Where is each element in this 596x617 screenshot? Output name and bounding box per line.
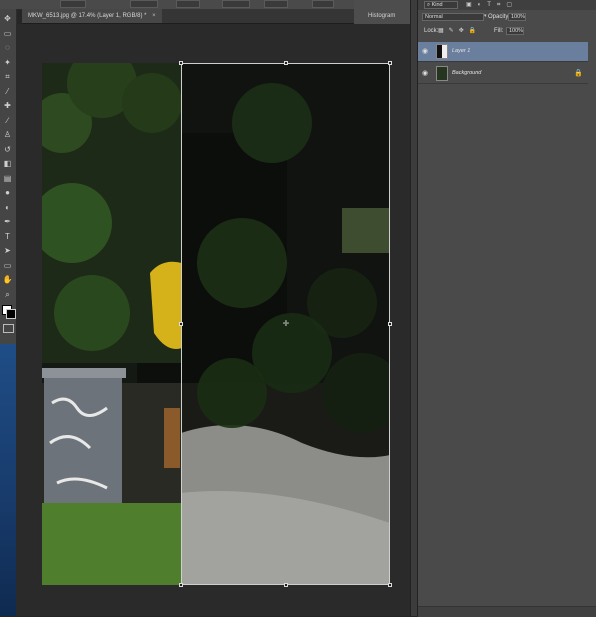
blend-row: Normal ▾ Opacity: 100% xyxy=(418,13,596,23)
opacity-label: Opacity: xyxy=(488,14,511,20)
transform-handle[interactable] xyxy=(284,583,288,587)
lock-row: Lock: ▦✎✥🔒 Fill: 100% xyxy=(418,27,596,37)
transform-handle[interactable] xyxy=(179,61,183,65)
dodge-icon[interactable]: ◐ xyxy=(2,202,13,213)
lasso-icon[interactable]: ◌ xyxy=(2,42,13,53)
tab-histogram[interactable]: Histogram xyxy=(368,13,395,19)
layer-row[interactable]: ◉ Background 🔒 xyxy=(418,64,588,84)
transform-handle[interactable] xyxy=(284,61,288,65)
quick-mask-icon[interactable] xyxy=(3,324,14,333)
blend-mode-select[interactable]: Normal xyxy=(422,13,484,21)
layer-thumbnail[interactable] xyxy=(436,66,448,81)
shape-icon[interactable]: ▭ xyxy=(2,260,13,271)
lock-label: Lock: xyxy=(424,28,439,34)
transform-handle[interactable] xyxy=(388,583,392,587)
fill-field[interactable]: 100% xyxy=(506,27,524,35)
document-tab-title: MKW_6513.jpg @ 17.4% (Layer 1, RGB/8) * xyxy=(28,13,147,19)
visibility-eye-icon[interactable]: ◉ xyxy=(422,48,430,55)
option-field[interactable] xyxy=(60,0,86,8)
option-field[interactable] xyxy=(130,0,158,8)
healing-icon[interactable]: ✚ xyxy=(2,100,13,111)
document-tab-bar: MKW_6513.jpg @ 17.4% (Layer 1, RGB/8) * … xyxy=(22,9,410,24)
move-icon[interactable]: ✥ xyxy=(2,13,13,24)
transform-handle[interactable] xyxy=(388,322,392,326)
transform-handle[interactable] xyxy=(179,322,183,326)
option-field[interactable] xyxy=(312,0,334,8)
opacity-field[interactable]: 100% xyxy=(508,13,526,21)
blur-icon[interactable]: ● xyxy=(2,187,13,198)
filter-kind-select[interactable]: ⌕ Kind xyxy=(424,1,458,9)
transform-center-icon[interactable]: ✛ xyxy=(282,320,290,328)
clone-stamp-icon[interactable]: ♙ xyxy=(2,129,13,140)
layer-row[interactable]: ◉ Layer 1 xyxy=(418,42,588,62)
transform-handle[interactable] xyxy=(388,61,392,65)
tools-panel: ✥ ▭ ◌ ✦ ⌗ ⁄ ✚ ∕ ♙ ↺ ◧ ▤ ● ◐ ✒ T ➤ ▭ ✋ ⌕ xyxy=(0,9,17,344)
hand-icon[interactable]: ✋ xyxy=(2,274,13,285)
document-tab[interactable]: MKW_6513.jpg @ 17.4% (Layer 1, RGB/8) * … xyxy=(22,9,162,23)
option-field[interactable] xyxy=(176,0,200,8)
close-icon[interactable]: × xyxy=(152,13,156,19)
chevron-down-icon: ▾ xyxy=(484,13,487,19)
desktop-background xyxy=(0,344,16,616)
filter-icons[interactable]: ▣◐T⌗▢ xyxy=(466,1,518,9)
visibility-eye-icon[interactable]: ◉ xyxy=(422,70,430,77)
lock-icons[interactable]: ▦✎✥🔒 xyxy=(438,27,481,34)
filter-kind-label: Kind xyxy=(431,2,443,8)
layer-thumbnail[interactable] xyxy=(436,44,448,59)
layers-panel-footer xyxy=(418,606,596,617)
gradient-icon[interactable]: ▤ xyxy=(2,173,13,184)
layer-name[interactable]: Layer 1 xyxy=(452,48,470,54)
eraser-icon[interactable]: ◧ xyxy=(2,158,13,169)
option-field[interactable] xyxy=(222,0,250,8)
option-field[interactable] xyxy=(264,0,288,8)
lock-icon: 🔒 xyxy=(574,70,583,77)
crop-icon[interactable]: ⌗ xyxy=(2,71,13,82)
layers-list: ◉ Layer 1 ◉ Background 🔒 xyxy=(418,42,588,86)
eyedropper-icon[interactable]: ⁄ xyxy=(2,86,13,97)
pen-icon[interactable]: ✒ xyxy=(2,216,13,227)
layer-name[interactable]: Background xyxy=(452,70,481,76)
transform-handle[interactable] xyxy=(179,583,183,587)
brush-icon[interactable]: ∕ xyxy=(2,115,13,126)
layers-filter-row: ⌕ Kind ▣◐T⌗▢ xyxy=(418,0,596,10)
layers-panel: ⌕ Kind ▣◐T⌗▢ Normal ▾ Opacity: 100% Lock… xyxy=(418,0,596,617)
quick-select-icon[interactable]: ✦ xyxy=(2,57,13,68)
marquee-icon[interactable]: ▭ xyxy=(2,28,13,39)
path-select-icon[interactable]: ➤ xyxy=(2,245,13,256)
zoom-icon[interactable]: ⌕ xyxy=(2,289,13,300)
type-icon[interactable]: T xyxy=(2,231,13,242)
fill-label: Fill: xyxy=(494,28,504,34)
history-brush-icon[interactable]: ↺ xyxy=(2,144,13,155)
panel-dock-strip xyxy=(410,0,418,616)
panel-header: Histogram xyxy=(354,0,410,24)
background-color-swatch[interactable] xyxy=(6,309,16,319)
